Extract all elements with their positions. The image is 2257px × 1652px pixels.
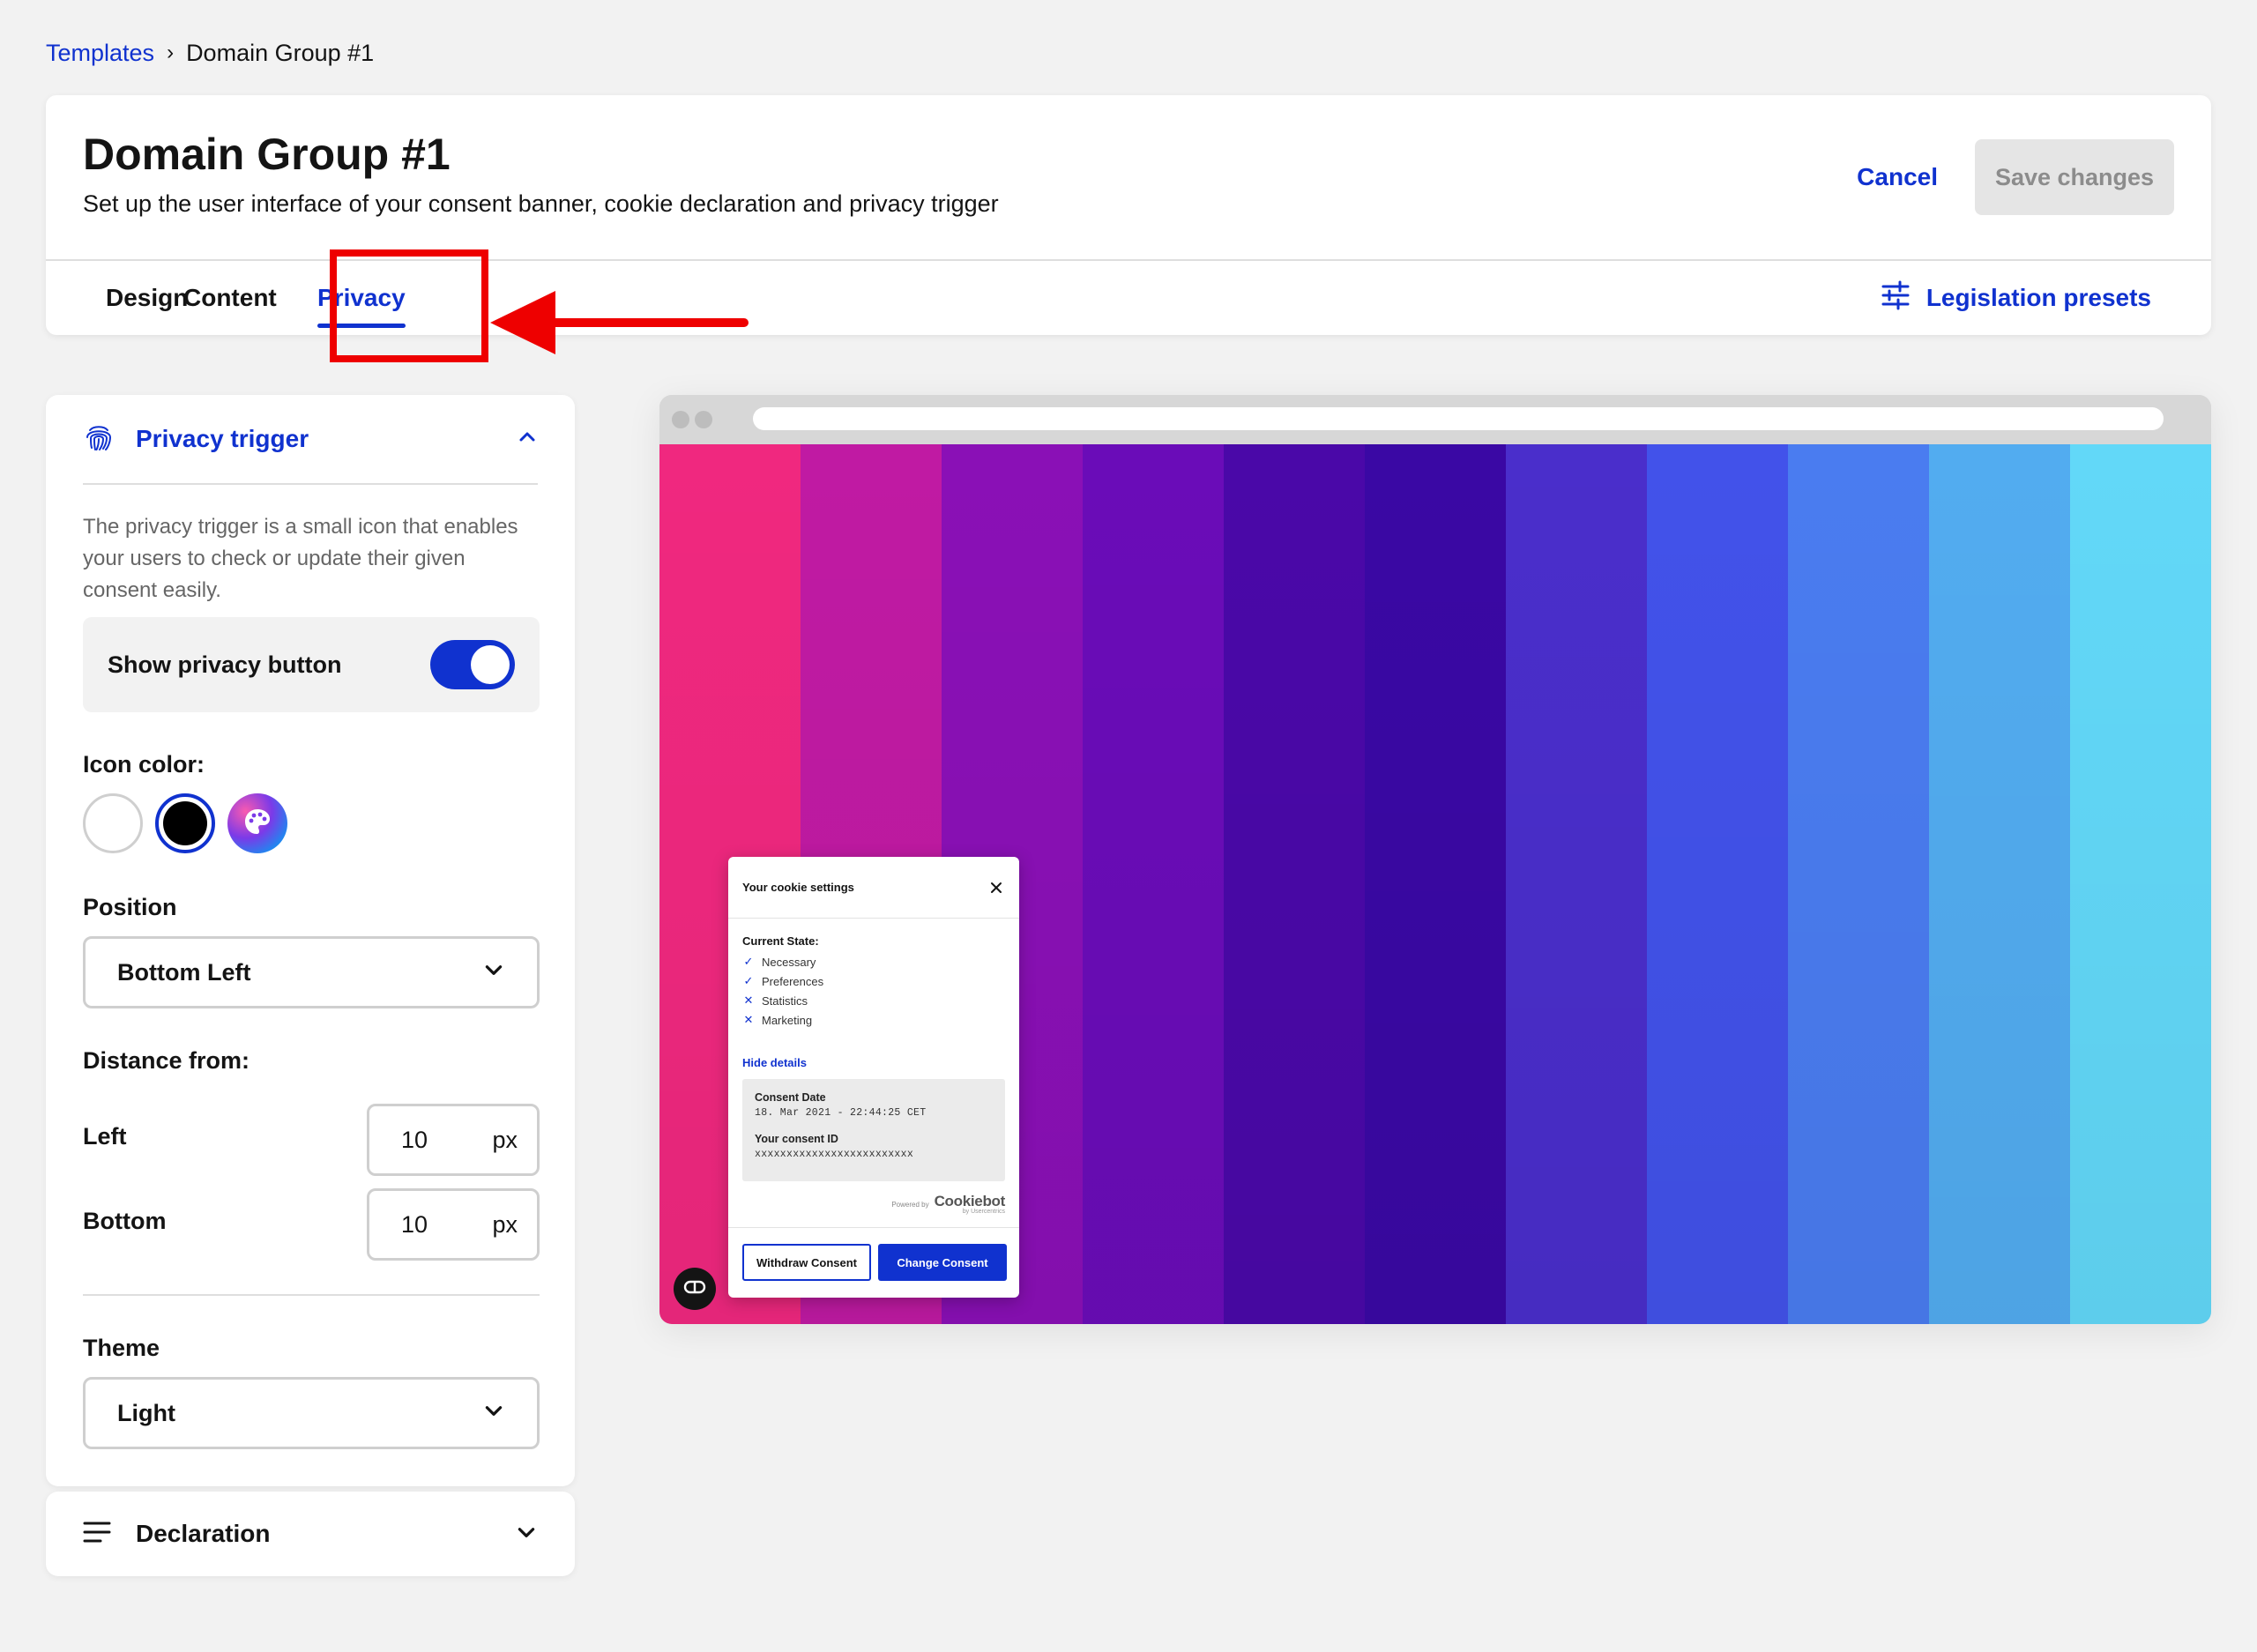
icon-color-label: Icon color: [83, 751, 205, 778]
list-item: ✕ Statistics [742, 991, 823, 1010]
check-icon: ✓ [743, 955, 754, 968]
color-swatch-black[interactable] [155, 793, 215, 853]
annotation-arrow-icon [490, 291, 749, 354]
distance-from-label: Distance from: [83, 1047, 250, 1074]
theme-label: Theme [83, 1335, 160, 1361]
list-item: ✕ Marketing [742, 1010, 823, 1030]
consent-category-label: Preferences [762, 974, 824, 988]
sliders-icon [1881, 280, 1911, 316]
consent-date-label: Consent Date [755, 1091, 826, 1104]
legislation-presets-label: Legislation presets [1926, 284, 2151, 311]
icon-color-swatches [83, 793, 287, 853]
consent-category-label: Necessary [762, 955, 816, 969]
position-label: Position [83, 894, 177, 920]
privacy-trigger-description: The privacy trigger is a small icon that… [83, 515, 518, 602]
cookiebot-logo: Cookiebot by Usercentrics [934, 1193, 1006, 1215]
fingerprint-icon [83, 421, 115, 458]
popup-header: Your cookie settings [728, 857, 1019, 919]
legislation-presets-button[interactable]: Legislation presets [1881, 261, 2151, 335]
popup-title: Your cookie settings [742, 881, 854, 894]
chevron-down-icon [515, 1521, 538, 1548]
consent-state-list: ✓ Necessary ✓ Preferences ✕ Statistics ✕ Mar… [742, 952, 824, 1030]
consent-category-label: Marketing [762, 1013, 813, 1027]
window-dot [695, 411, 712, 428]
left-distance-label: Left [83, 1123, 127, 1150]
breadcrumb-link-templates[interactable]: Templates [46, 40, 154, 67]
breadcrumb-current: Domain Group #1 [186, 39, 375, 66]
declaration-title: Declaration [136, 1520, 271, 1547]
left-distance-value: 10 [401, 1126, 428, 1153]
check-icon: ✓ [743, 974, 754, 987]
cross-icon: ✕ [743, 993, 754, 1007]
section-divider [83, 1294, 540, 1296]
consent-id-label: Your consent ID [755, 1133, 838, 1145]
cross-icon: ✕ [743, 1013, 754, 1026]
bottom-distance-label: Bottom [83, 1208, 167, 1234]
chevron-down-icon [482, 1399, 505, 1428]
cookie-settings-popup: Your cookie settings Current State: ✓ Nec… [728, 857, 1019, 1298]
bottom-distance-input[interactable]: 10 px [367, 1188, 540, 1261]
theme-select[interactable]: Light [83, 1377, 540, 1449]
url-bar [753, 407, 2164, 430]
bottom-distance-unit: px [492, 1210, 518, 1238]
chevron-up-icon[interactable] [517, 427, 538, 452]
annotation-highlight-box [330, 249, 488, 362]
lines-icon [83, 1520, 111, 1549]
consent-category-label: Statistics [762, 993, 808, 1008]
privacy-trigger-title: Privacy trigger [136, 425, 309, 452]
page-subtitle: Set up the user interface of your consen… [83, 190, 999, 217]
cookiebot-brand-sub: by Usercentrics [962, 1209, 1005, 1215]
window-dot [672, 411, 689, 428]
consent-id-value: xxxxxxxxxxxxxxxxxxxxxxxxx [755, 1149, 914, 1160]
save-changes-button[interactable]: Save changes [1975, 139, 2174, 215]
position-select[interactable]: Bottom Left [83, 936, 540, 1008]
cancel-button[interactable]: Cancel [1857, 139, 1938, 215]
show-privacy-button-toggle[interactable] [430, 640, 515, 689]
declaration-section-header[interactable]: Declaration [46, 1492, 575, 1576]
cookiebot-brand: Cookiebot [934, 1193, 1006, 1209]
chevron-down-icon [482, 958, 505, 987]
tab-design[interactable]: Design [60, 261, 188, 335]
color-swatch-white[interactable] [83, 793, 143, 853]
page-title: Domain Group #1 [83, 130, 451, 179]
left-distance-unit: px [492, 1126, 518, 1153]
close-icon[interactable] [987, 879, 1005, 897]
popup-footer: Withdraw Consent Change Consent [728, 1227, 1019, 1298]
breadcrumb-separator: › [167, 41, 175, 64]
list-item: ✓ Preferences [742, 971, 824, 991]
consent-date-value: 18. Mar 2021 - 22:44:25 CET [755, 1107, 927, 1119]
browser-chrome [659, 395, 2211, 444]
position-value: Bottom Left [117, 958, 251, 986]
tab-content[interactable]: Content [183, 261, 317, 335]
privacy-trigger-panel: Privacy trigger The privacy trigger is a… [46, 395, 575, 1486]
powered-by-label: Powered by [891, 1200, 929, 1209]
breadcrumb: Templates › Domain Group #1 [46, 37, 374, 69]
powered-by: Powered by Cookiebot by Usercentrics [891, 1194, 1005, 1215]
show-privacy-button-label: Show privacy button [108, 651, 342, 678]
color-swatch-black-fill [163, 801, 207, 845]
privacy-trigger-icon [683, 1280, 706, 1299]
hide-details-link[interactable]: Hide details [742, 1056, 807, 1069]
banner-preview: Your cookie settings Current State: ✓ Nec… [659, 395, 2211, 1324]
list-item: ✓ Necessary [742, 952, 823, 971]
privacy-trigger-header[interactable]: Privacy trigger [83, 395, 538, 485]
current-state-label: Current State: [742, 934, 819, 948]
change-consent-button[interactable]: Change Consent [878, 1244, 1007, 1281]
show-privacy-button-row: Show privacy button [83, 617, 540, 712]
consent-details-box: Consent Date 18. Mar 2021 - 22:44:25 CET… [742, 1079, 1005, 1181]
bottom-distance-value: 10 [401, 1210, 428, 1238]
theme-value: Light [117, 1399, 175, 1426]
privacy-trigger-button[interactable] [674, 1268, 716, 1310]
left-distance-input[interactable]: 10 px [367, 1104, 540, 1176]
palette-icon [242, 807, 272, 841]
withdraw-consent-button[interactable]: Withdraw Consent [742, 1244, 871, 1281]
color-swatch-custom[interactable] [227, 793, 287, 853]
toggle-knob [471, 645, 510, 684]
